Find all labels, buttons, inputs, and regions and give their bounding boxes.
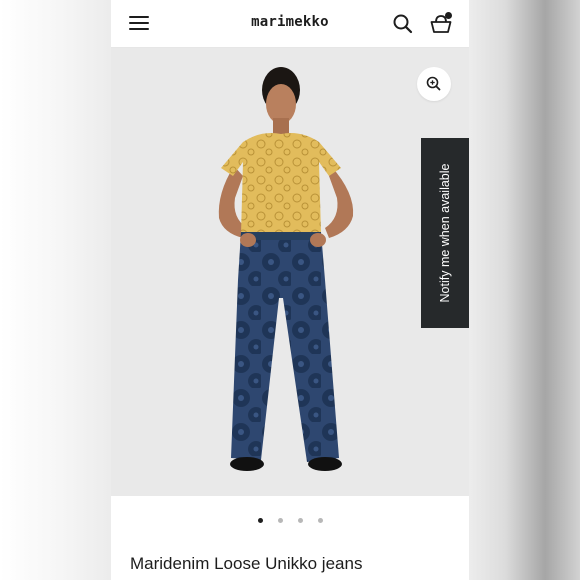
notify-me-label: Notify me when available — [438, 163, 452, 303]
image-pagination — [256, 518, 326, 526]
pagination-dot-4[interactable] — [318, 518, 323, 523]
pagination-dot-3[interactable] — [298, 518, 303, 523]
search-icon[interactable] — [392, 13, 414, 35]
model-photo — [111, 48, 469, 496]
pagination-dot-2[interactable] — [278, 518, 283, 523]
site-header: marimekko — [111, 0, 469, 48]
product-image[interactable]: Notify me when available — [111, 48, 469, 496]
phone-screen: marimekko Notify me when available Marid… — [111, 0, 469, 580]
bag-badge — [445, 12, 452, 19]
zoom-in-icon[interactable] — [417, 67, 451, 101]
shopping-bag-icon[interactable] — [429, 12, 455, 36]
notify-me-button[interactable]: Notify me when available — [421, 138, 469, 328]
brand-logo[interactable]: marimekko — [111, 14, 469, 30]
product-title: Maridenim Loose Unikko jeans — [130, 554, 363, 573]
pagination-dot-1[interactable] — [258, 518, 263, 523]
